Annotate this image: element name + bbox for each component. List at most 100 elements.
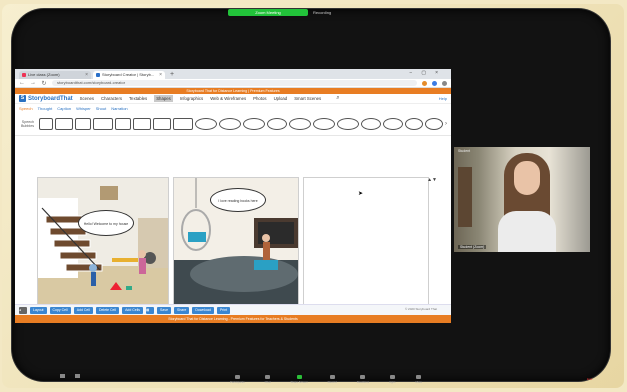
participant-name: Student (Zoom) bbox=[458, 245, 487, 249]
apps-icon bbox=[389, 374, 395, 379]
speech-bubble-option[interactable] bbox=[267, 117, 287, 130]
speech-bubble-option[interactable] bbox=[55, 117, 73, 130]
nav-smart-scenes[interactable]: Smart Scenes bbox=[294, 96, 321, 101]
delete-cell-button[interactable]: Delete Cell bbox=[95, 306, 120, 314]
speech-bubble-option[interactable] bbox=[383, 117, 403, 130]
nav-upload[interactable]: Upload bbox=[274, 96, 288, 101]
tab-storyboard[interactable]: Storyboard Creator | Storyb... × bbox=[93, 71, 165, 79]
toolbar-label: Apps bbox=[389, 379, 396, 384]
tab-favicon-icon bbox=[96, 73, 100, 77]
participant-shirt bbox=[498, 211, 556, 252]
cell-scene-stairs bbox=[38, 178, 168, 304]
nav-web-wireframes[interactable]: Web & Wireframes bbox=[210, 96, 246, 101]
url-input[interactable]: storyboardthat.com/storyboard-creator bbox=[52, 80, 417, 86]
add-cell-button[interactable]: Add Cell bbox=[73, 306, 93, 314]
grid-icon[interactable]: ▦ bbox=[146, 306, 155, 314]
cat-narration[interactable]: Narration bbox=[111, 106, 127, 111]
toolbar-reactions[interactable]: Reactions bbox=[357, 374, 369, 384]
scroll-arrows[interactable]: ▲▼ bbox=[427, 177, 437, 183]
nav-characters[interactable]: Characters bbox=[101, 96, 122, 101]
zoom-toolbar: Participants Chat Share Screen Record Re… bbox=[40, 374, 600, 384]
speech-bubble-option[interactable] bbox=[195, 117, 217, 130]
reactions-icon bbox=[360, 374, 366, 379]
chevron-right-icon[interactable]: › bbox=[445, 121, 447, 127]
tab-zoom[interactable]: Live class (Zoom) × bbox=[19, 71, 91, 79]
toolbar-participants[interactable]: Participants bbox=[230, 374, 245, 384]
speech-bubble-option[interactable] bbox=[289, 117, 311, 130]
speech-bubble-option[interactable] bbox=[133, 117, 151, 130]
layout-button[interactable]: Layout bbox=[30, 306, 47, 314]
extension-icon[interactable] bbox=[432, 80, 437, 86]
participant-video[interactable]: Student Student (Zoom) bbox=[454, 147, 590, 252]
copy-cell-button[interactable]: Copy Cell bbox=[49, 306, 71, 314]
site-logo[interactable]: S StoryboardThat bbox=[19, 95, 73, 102]
cat-shout[interactable]: Shout bbox=[96, 106, 106, 111]
toolbar-apps[interactable]: Apps bbox=[389, 374, 396, 384]
tab-label: Live class (Zoom) bbox=[28, 72, 60, 77]
record-icon bbox=[329, 374, 335, 379]
promo-footer[interactable]: Storyboard That for Distance Learning - … bbox=[15, 315, 451, 323]
mouse-cursor-icon: ➤ bbox=[358, 191, 364, 197]
speech-bubble-option[interactable] bbox=[337, 117, 359, 130]
end-meeting-button[interactable]: End bbox=[587, 377, 592, 381]
close-icon[interactable]: × bbox=[85, 71, 88, 79]
download-button[interactable]: Download bbox=[192, 306, 214, 314]
nav-shapes[interactable]: Shapes bbox=[154, 95, 173, 102]
toolbar-label: Chat bbox=[264, 379, 271, 384]
cat-whisper[interactable]: Whisper bbox=[76, 106, 91, 111]
print-button[interactable]: Print bbox=[216, 306, 231, 314]
credit-text: © 2020 Storyboard That bbox=[404, 307, 437, 312]
cat-caption[interactable]: Caption bbox=[57, 106, 71, 111]
extension-icon[interactable] bbox=[422, 80, 427, 86]
speech-bubble-option[interactable] bbox=[313, 117, 335, 130]
speech-bubble-option[interactable] bbox=[425, 117, 443, 130]
tab-bar: Live class (Zoom) × Storyboard Creator | … bbox=[15, 69, 451, 79]
nav-scenes[interactable]: Scenes bbox=[80, 96, 94, 101]
speech-bubble-option[interactable] bbox=[115, 117, 131, 130]
profile-icon[interactable] bbox=[442, 80, 447, 86]
toolbar-label: Record bbox=[327, 379, 337, 384]
storyboard-cell-1[interactable]: Hello! Welcome to my house bbox=[37, 177, 169, 305]
speech-bubble-option[interactable] bbox=[93, 117, 113, 130]
speech-bubble-option[interactable] bbox=[75, 117, 91, 130]
zoom-meeting-badge[interactable]: Zoom Meeting bbox=[228, 9, 308, 16]
arrow-left-icon[interactable]: ◂ bbox=[19, 306, 27, 314]
toolbar-record[interactable]: Record bbox=[327, 374, 337, 384]
storyboard-area: Hello! Welcome to my house I love readin… bbox=[21, 177, 439, 305]
speech-bubble[interactable]: I love reading books here bbox=[210, 188, 266, 212]
close-icon[interactable]: × bbox=[159, 71, 162, 79]
logo-text: StoryboardThat bbox=[28, 95, 73, 102]
speech-bubble-option[interactable] bbox=[219, 117, 241, 130]
speech-bubble[interactable]: Hello! Welcome to my house bbox=[78, 210, 134, 236]
speech-bubble-option[interactable] bbox=[243, 117, 265, 130]
browser-window: Live class (Zoom) × Storyboard Creator | … bbox=[15, 69, 451, 323]
site-header: S StoryboardThat Scenes Characters Textab… bbox=[15, 94, 451, 104]
cat-thought[interactable]: Thought bbox=[38, 106, 53, 111]
toolbar-share-screen[interactable]: Share Screen bbox=[291, 374, 308, 384]
back-icon[interactable]: ← bbox=[19, 80, 25, 86]
speech-bubble-option[interactable] bbox=[153, 117, 171, 130]
speech-bubble-option[interactable] bbox=[361, 117, 381, 130]
forward-icon[interactable]: → bbox=[30, 80, 36, 86]
storyboard-action-bar: ◂ Layout Copy Cell Add Cell Delete Cell … bbox=[15, 304, 451, 315]
cat-speech[interactable]: Speech bbox=[19, 106, 33, 111]
help-link[interactable]: Help bbox=[439, 96, 447, 101]
window-controls[interactable]: −▢× bbox=[409, 70, 447, 76]
save-button[interactable]: Save bbox=[157, 306, 172, 314]
speech-bubble-option[interactable] bbox=[39, 117, 53, 130]
storyboard-cell-3[interactable]: ➤ bbox=[303, 177, 429, 305]
storyboard-cell-2[interactable]: I love reading books here bbox=[173, 177, 299, 305]
nav-photos[interactable]: Photos bbox=[253, 96, 266, 101]
nav-textables[interactable]: Textables bbox=[129, 96, 147, 101]
nav-infographics[interactable]: Infographics bbox=[180, 96, 203, 101]
toolbar-chat[interactable]: Chat bbox=[264, 374, 271, 384]
speech-bubble-option[interactable] bbox=[173, 117, 193, 130]
share-button[interactable]: Share bbox=[174, 306, 190, 314]
toolbar-more[interactable]: More bbox=[416, 374, 422, 384]
reload-icon[interactable]: ↻ bbox=[41, 80, 47, 87]
add-cells-button[interactable]: Add Cells bbox=[122, 306, 144, 314]
new-tab-icon[interactable]: + bbox=[167, 70, 174, 79]
search-icon[interactable]: ⌕ bbox=[336, 95, 339, 102]
speech-bubble-option[interactable] bbox=[405, 117, 423, 130]
bubbles-label: Speech Bubbles bbox=[21, 119, 34, 128]
